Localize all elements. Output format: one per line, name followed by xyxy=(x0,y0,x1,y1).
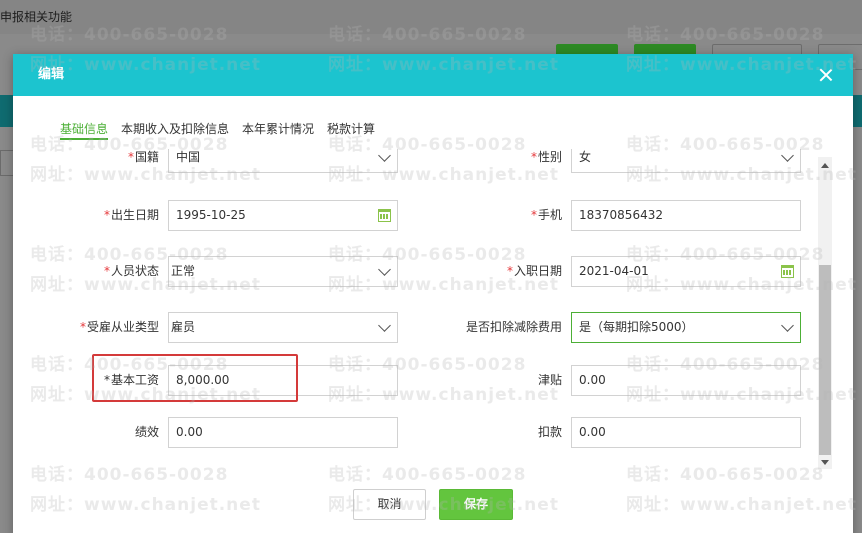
required-marker: * xyxy=(530,208,537,222)
label-birth-date-text: 出生日期 xyxy=(110,208,159,222)
form-row-status: *人员状态 正常 *入职日期 2021-04-01 xyxy=(13,256,818,288)
form-row-employment: *受雇从业类型 雇员 是否扣除减除费用 是（每期扣除5000） xyxy=(13,312,818,344)
background-control xyxy=(0,150,14,176)
allowance-input[interactable]: 0.00 xyxy=(571,365,801,396)
label-performance: 绩效 xyxy=(19,417,159,447)
select-employment-type-value: 雇员 xyxy=(171,320,196,334)
select-nationality-value: 中国 xyxy=(176,150,201,164)
allowance-value: 0.00 xyxy=(579,373,606,387)
label-employment-type-text: 受雇从业类型 xyxy=(86,320,159,334)
chevron-down-icon xyxy=(379,323,389,333)
calendar-icon[interactable] xyxy=(781,265,794,278)
label-hire-date-text: 入职日期 xyxy=(513,264,562,278)
label-status: *人员状态 xyxy=(19,256,159,286)
deduct-amount-input[interactable]: 0.00 xyxy=(571,417,801,448)
label-performance-text: 绩效 xyxy=(134,425,159,439)
tab-basic-info[interactable]: 基础信息 xyxy=(60,120,109,140)
label-phone-text: 手机 xyxy=(537,208,562,222)
save-button[interactable]: 保存 xyxy=(439,489,513,520)
scroll-up-arrow-icon[interactable] xyxy=(821,163,829,168)
label-status-text: 人员状态 xyxy=(110,264,159,278)
highlight-annotation xyxy=(92,354,298,402)
tab-bar: 基础信息 本期收入及扣除信息 本年累计情况 税款计算 xyxy=(60,120,388,140)
phone-value: 18370856432 xyxy=(579,208,663,222)
scroll-down-arrow-icon[interactable] xyxy=(821,460,829,465)
select-employment-type[interactable]: 雇员 xyxy=(168,312,398,343)
select-gender[interactable]: 女 xyxy=(571,149,801,173)
deduct-amount-value: 0.00 xyxy=(579,425,606,439)
label-deduct-amount-text: 扣款 xyxy=(537,425,562,439)
label-gender: *性别 xyxy=(422,149,562,172)
chevron-down-icon xyxy=(379,153,389,163)
chevron-down-icon xyxy=(782,153,792,163)
edit-dialog: 编辑 基础信息 本期收入及扣除信息 本年累计情况 税款计算 *国籍 中国 *性别… xyxy=(13,54,853,533)
select-status-value: 正常 xyxy=(171,264,196,278)
label-deduct-amount: 扣款 xyxy=(422,417,562,447)
form-row-nationality: *国籍 中国 *性别 女 xyxy=(13,149,818,174)
select-deduction[interactable]: 是（每期扣除5000） xyxy=(571,312,801,343)
form-area: *国籍 中国 *性别 女 *出生日期 1995-10-25 *手机 183708… xyxy=(13,149,818,474)
dialog-header: 编辑 xyxy=(13,54,853,96)
select-gender-value: 女 xyxy=(579,150,592,164)
cancel-button[interactable]: 取消 xyxy=(353,489,426,520)
calendar-icon[interactable] xyxy=(378,209,391,222)
label-gender-text: 性别 xyxy=(537,150,562,164)
form-row-performance: 绩效 0.00 扣款 0.00 xyxy=(13,417,818,449)
scrollbar-thumb[interactable] xyxy=(819,265,831,455)
chevron-down-icon xyxy=(379,267,389,277)
required-marker: * xyxy=(127,150,134,164)
chevron-down-icon xyxy=(782,323,792,333)
label-nationality: *国籍 xyxy=(19,149,159,172)
close-icon[interactable] xyxy=(819,68,833,82)
background-topbar-text: 申报相关功能 xyxy=(0,10,73,24)
required-marker: * xyxy=(530,150,537,164)
performance-input[interactable]: 0.00 xyxy=(168,417,398,448)
background-topbar: 申报相关功能 xyxy=(0,0,862,34)
tab-tax-calculation[interactable]: 税款计算 xyxy=(327,120,375,140)
hire-date-value: 2021-04-01 xyxy=(579,264,649,278)
tab-income-deduction[interactable]: 本期收入及扣除信息 xyxy=(121,120,229,140)
required-marker: * xyxy=(79,320,86,334)
label-deduction: 是否扣除减除费用 xyxy=(422,312,562,342)
required-marker: * xyxy=(103,208,110,222)
label-employment-type: *受雇从业类型 xyxy=(19,312,159,342)
background-tab-strip xyxy=(0,95,14,127)
form-row-birth: *出生日期 1995-10-25 *手机 18370856432 xyxy=(13,200,818,232)
label-hire-date: *入职日期 xyxy=(422,256,562,286)
label-allowance-text: 津贴 xyxy=(537,373,562,387)
hire-date-input[interactable]: 2021-04-01 xyxy=(571,256,801,287)
select-status[interactable]: 正常 xyxy=(168,256,398,287)
birth-date-input[interactable]: 1995-10-25 xyxy=(168,200,398,231)
label-deduction-text: 是否扣除减除费用 xyxy=(465,320,562,334)
label-allowance: 津贴 xyxy=(422,365,562,395)
phone-input[interactable]: 18370856432 xyxy=(571,200,801,231)
dialog-title: 编辑 xyxy=(38,67,65,82)
select-deduction-value: 是（每期扣除5000） xyxy=(579,320,694,334)
performance-value: 0.00 xyxy=(176,425,203,439)
select-nationality[interactable]: 中国 xyxy=(168,149,398,173)
tab-ytd-summary[interactable]: 本年累计情况 xyxy=(242,120,314,140)
label-birth-date: *出生日期 xyxy=(19,200,159,230)
required-marker: * xyxy=(506,264,513,278)
required-marker: * xyxy=(103,264,110,278)
birth-date-value: 1995-10-25 xyxy=(176,208,246,222)
label-nationality-text: 国籍 xyxy=(134,150,159,164)
form-scrollbar[interactable] xyxy=(818,157,832,469)
label-phone: *手机 xyxy=(422,200,562,230)
